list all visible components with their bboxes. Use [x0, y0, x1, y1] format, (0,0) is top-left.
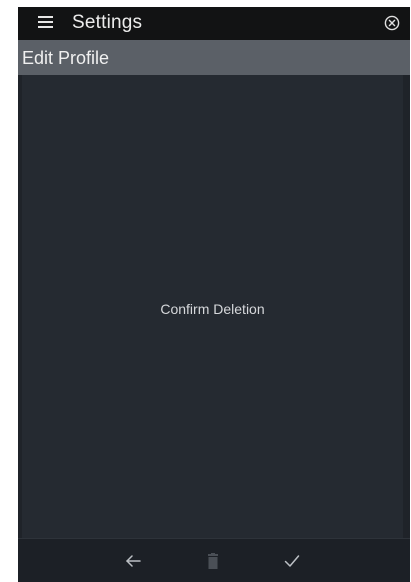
top-app-bar: Settings [18, 7, 410, 40]
app-window: Settings Edit Profile Confirm Deletion [18, 7, 410, 582]
arrow-left-icon [126, 555, 141, 567]
back-button[interactable] [124, 551, 144, 571]
content-panel: Confirm Deletion [22, 75, 403, 542]
checkmark-icon [284, 555, 300, 567]
trash-icon [208, 553, 218, 569]
hamburger-menu-icon[interactable] [38, 16, 53, 29]
confirm-deletion-message: Confirm Deletion [160, 301, 265, 317]
app-title: Settings [72, 12, 143, 33]
close-icon[interactable] [384, 15, 400, 31]
menu-icon-line [38, 26, 53, 28]
delete-button [203, 551, 223, 571]
menu-icon-line [38, 21, 53, 23]
page-title: Edit Profile [22, 48, 110, 68]
bottom-action-bar [18, 538, 410, 582]
confirm-button[interactable] [282, 551, 302, 571]
menu-icon-line [38, 16, 53, 18]
page-header: Edit Profile [18, 40, 410, 75]
